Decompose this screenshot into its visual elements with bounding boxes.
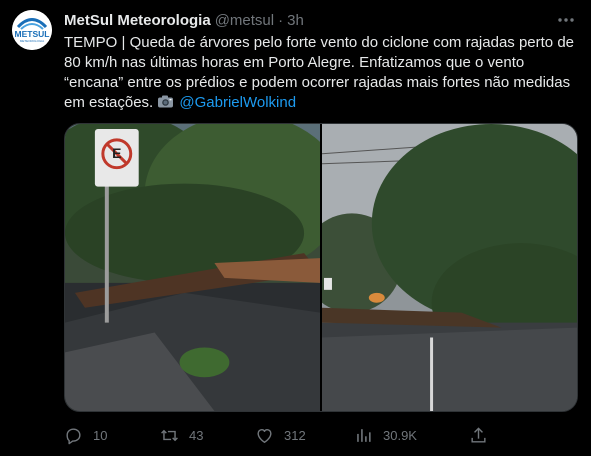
photo-fallen-tree-street[interactable] bbox=[322, 124, 577, 411]
photo-image-1: E bbox=[65, 124, 320, 411]
tweet-card[interactable]: METSUL METEOROLOGIA MetSul Meteorologia … bbox=[0, 0, 591, 456]
views-bar-chart-icon bbox=[357, 428, 371, 442]
heart-icon bbox=[257, 428, 272, 443]
tweet-timestamp[interactable]: 3h bbox=[287, 12, 304, 29]
separator-dot: · bbox=[278, 11, 284, 29]
avatar-logo-text: METSUL bbox=[15, 29, 50, 39]
like-button[interactable]: 312 bbox=[255, 424, 306, 446]
reply-icon bbox=[66, 427, 81, 444]
retweet-count: 43 bbox=[189, 427, 204, 443]
camera-emoji-icon bbox=[158, 95, 174, 108]
tweet-text: TEMPO | Queda de árvores pelo forte vent… bbox=[64, 34, 574, 111]
action-bar: 10 43 312 30.9K bbox=[64, 424, 579, 446]
more-options-button[interactable] bbox=[555, 10, 577, 30]
tweet-text-container: TEMPO | Queda de árvores pelo forte vent… bbox=[64, 33, 579, 113]
avatar-logo-subtext: METEOROLOGIA bbox=[20, 39, 44, 43]
reply-count: 10 bbox=[93, 427, 108, 443]
photo-fallen-tree-sidewalk[interactable]: E bbox=[65, 124, 320, 411]
author-handle[interactable]: @metsul bbox=[215, 12, 274, 29]
reply-button[interactable]: 10 bbox=[64, 424, 107, 446]
photo-image-2 bbox=[322, 124, 577, 411]
retweet-button[interactable]: 43 bbox=[160, 424, 203, 446]
views-button[interactable]: 30.9K bbox=[354, 424, 417, 446]
tweet-header: MetSul Meteorologia @metsul · 3h bbox=[64, 10, 304, 30]
photo-credit-mention[interactable]: @GabrielWolkind bbox=[179, 94, 296, 111]
metsul-logo-icon: METSUL METEOROLOGIA bbox=[12, 10, 52, 50]
more-dots-icon bbox=[558, 18, 574, 22]
views-count: 30.9K bbox=[383, 427, 417, 443]
avatar[interactable]: METSUL METEOROLOGIA bbox=[12, 10, 52, 50]
share-icon bbox=[471, 426, 486, 443]
share-button[interactable] bbox=[469, 424, 488, 446]
svg-text:E: E bbox=[112, 145, 121, 161]
author-display-name[interactable]: MetSul Meteorologia bbox=[64, 12, 211, 29]
retweet-icon bbox=[161, 429, 178, 441]
like-count: 312 bbox=[284, 427, 306, 443]
media-grid: E bbox=[64, 123, 578, 412]
